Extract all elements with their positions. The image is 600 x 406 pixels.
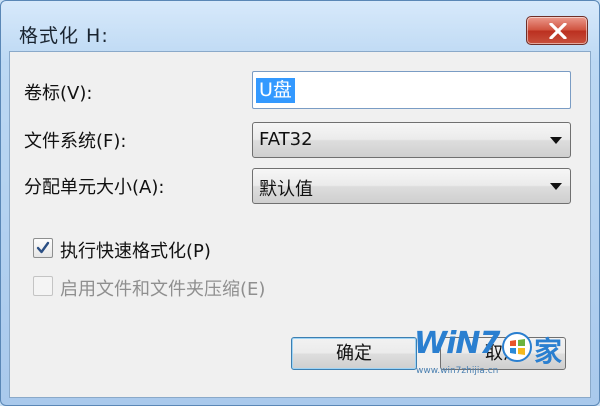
volume-label-label: 卷标(V):: [24, 83, 93, 104]
file-system-value: FAT32: [259, 129, 313, 150]
quick-format-checkbox[interactable]: [33, 238, 53, 258]
allocation-unit-label: 分配单元大小(A):: [24, 177, 165, 198]
compression-checkbox[interactable]: [33, 276, 53, 296]
watermark-brand: WiN7: [414, 326, 500, 361]
close-icon: [549, 23, 567, 39]
close-button[interactable]: [526, 16, 588, 45]
allocation-unit-select[interactable]: 默认值: [252, 168, 571, 204]
checkmark-icon: [36, 241, 50, 254]
compression-label: 启用文件和文件夹压缩(E): [60, 279, 266, 300]
quick-format-label[interactable]: 执行快速格式化(P): [60, 237, 211, 263]
chevron-down-icon: [550, 183, 562, 190]
volume-label-value: U盘: [256, 78, 295, 103]
format-dialog: 格式化 H: 卷标(V): U盘 文件系统(F): FAT32 分配单元大小(A…: [0, 0, 600, 406]
ok-button[interactable]: 确定: [291, 337, 417, 370]
windows-flag-icon: [502, 332, 532, 362]
watermark-logo: WiN7 家 www.win7zhijia.cn: [406, 326, 571, 382]
watermark-suffix: 家: [534, 335, 563, 368]
file-system-select[interactable]: FAT32: [252, 122, 571, 158]
chevron-down-icon: [550, 137, 562, 144]
window-title: 格式化 H:: [19, 25, 109, 47]
watermark-url: www.win7zhijia.cn: [416, 366, 499, 376]
allocation-unit-value: 默认值: [259, 179, 313, 200]
file-system-label: 文件系统(F):: [24, 131, 127, 152]
volume-label-input[interactable]: U盘: [252, 71, 571, 109]
